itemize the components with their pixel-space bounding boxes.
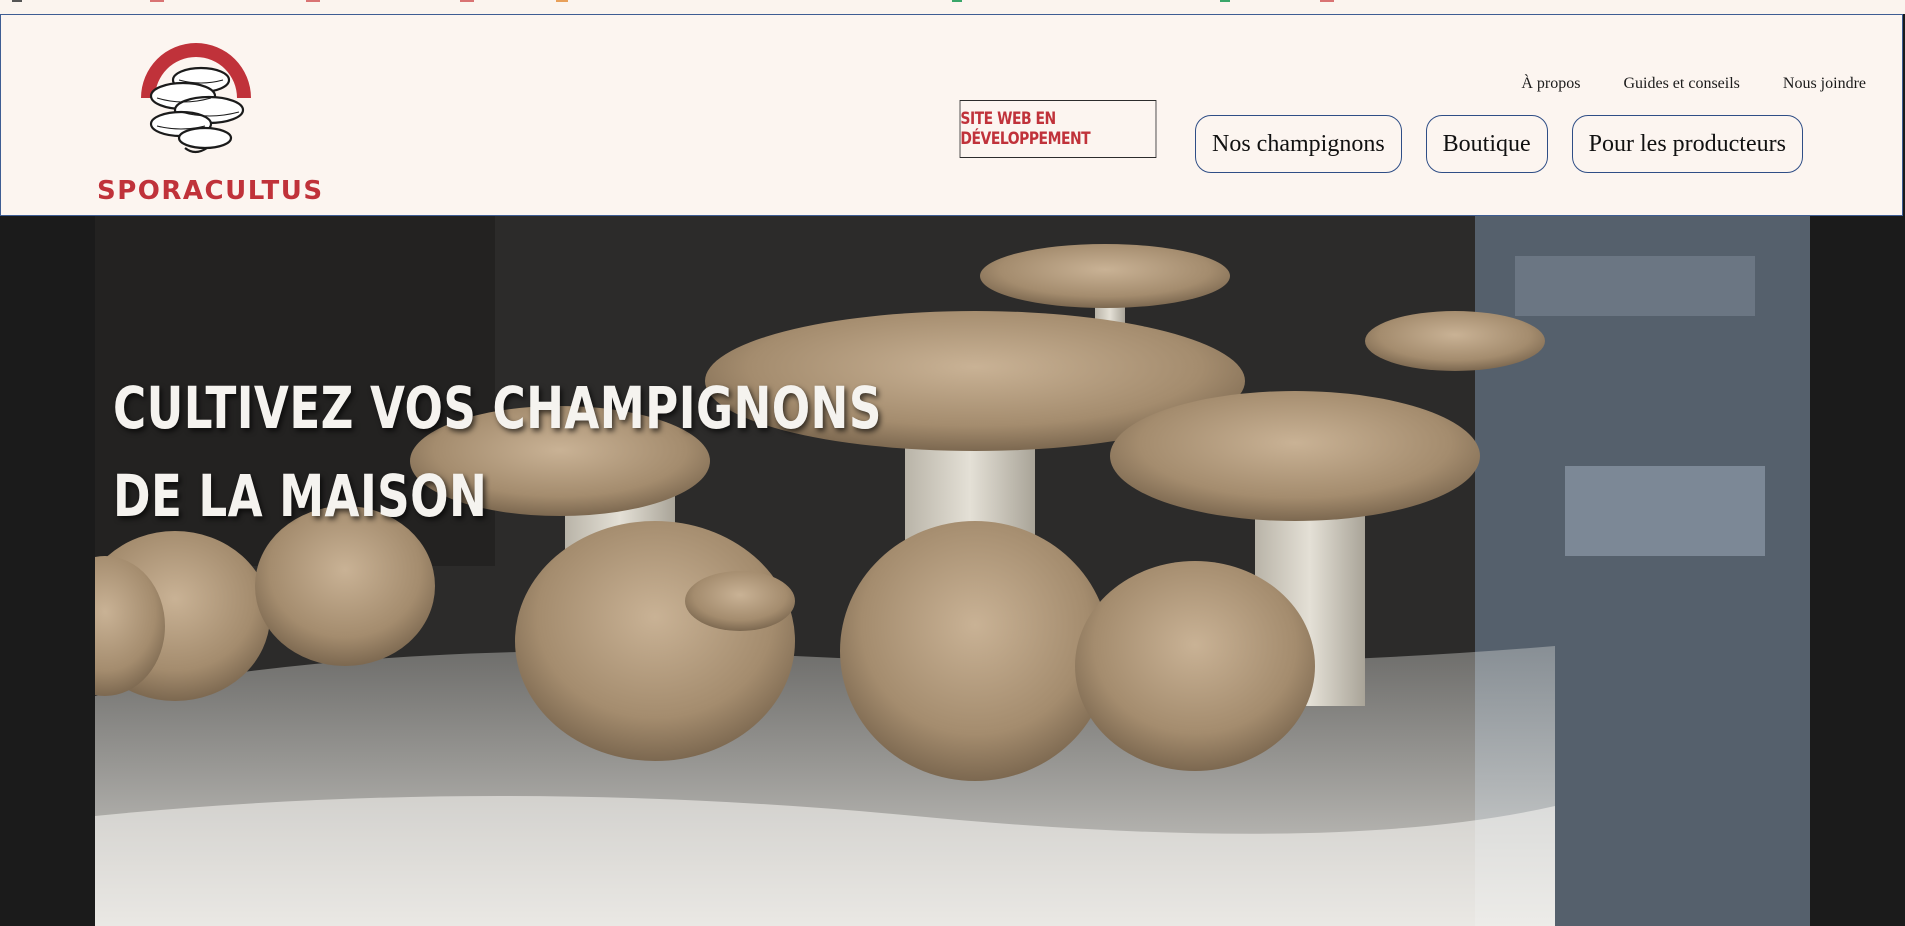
hero-title-line-2: DE LA MAISON [113,462,488,530]
main-nav: Nos champignons Boutique Pour les produc… [1195,115,1803,173]
nav-button-producteurs[interactable]: Pour les producteurs [1571,115,1803,173]
utility-nav: À propos Guides et conseils Nous joindre [1521,75,1866,93]
hero-title-line-1: CULTIVEZ VOS CHAMPIGNONS [113,374,882,442]
nav-button-boutique[interactable]: Boutique [1425,115,1548,173]
nav-link-a-propos[interactable]: À propos [1521,75,1580,93]
nav-link-nous-joindre[interactable]: Nous joindre [1783,75,1866,93]
nav-link-guides[interactable]: Guides et conseils [1623,75,1739,93]
brand-name: SPORACULTUS [97,176,324,206]
mushroom-logo-icon [141,43,251,154]
hero-banner: CULTIVEZ VOS CHAMPIGNONS DE LA MAISON [95,216,1810,926]
dev-notice-button[interactable]: SITE WEB EN DÉVELOPPEMENT [959,100,1157,158]
site-logo[interactable]: SPORACULTUS [97,40,324,210]
site-header: SPORACULTUS À propos Guides et conseils … [0,14,1903,216]
nav-button-nos-champignons[interactable]: Nos champignons [1195,115,1402,173]
hero-title: CULTIVEZ VOS CHAMPIGNONS DE LA MAISON [113,364,882,540]
mushroom-photo [95,216,1810,926]
browser-bookmarks-bar-remnant [0,0,1905,14]
